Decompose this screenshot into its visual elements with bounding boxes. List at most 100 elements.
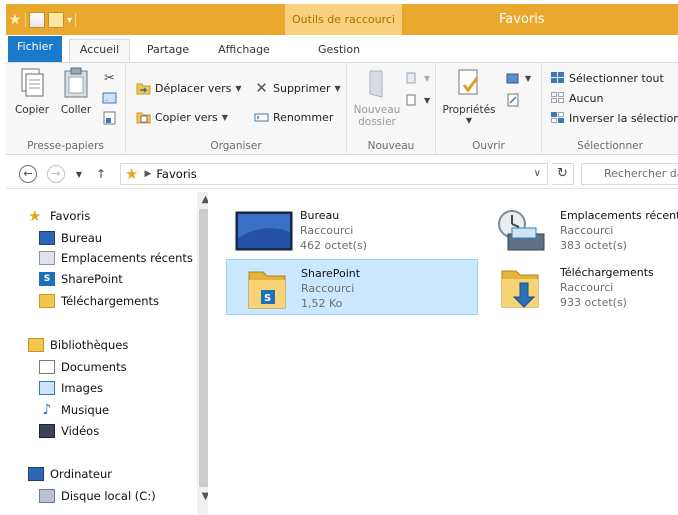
nav-item-videos[interactable]: Vidéos: [39, 421, 99, 441]
quick-access-toolbar: ★ ▾: [8, 10, 77, 30]
window-title: Favoris: [499, 12, 545, 27]
nav-music-label: Musique: [61, 403, 110, 417]
computer-icon: [28, 467, 44, 481]
select-group: Sélectionner tout Aucun Inverser la séle…: [542, 63, 678, 155]
nav-item-desktop[interactable]: Bureau: [39, 228, 102, 248]
properties-button[interactable]: Propriétés ▼: [440, 67, 498, 125]
move-to-icon: [136, 83, 151, 95]
nav-item-music[interactable]: ♪ Musique: [39, 400, 110, 420]
copy-to-dropdown-icon: ▼: [221, 112, 228, 122]
select-all-icon: [551, 72, 564, 83]
cut-button[interactable]: ✂: [102, 69, 117, 87]
breadcrumb-favorites[interactable]: Favoris: [156, 167, 196, 181]
copy-to-button[interactable]: Copier vers ▼: [136, 108, 228, 126]
rename-button[interactable]: Renommer: [254, 108, 333, 126]
music-icon: ♪: [42, 402, 52, 418]
delete-dropdown-icon: ▼: [334, 83, 341, 93]
file-list: Bureau Raccourci 462 octet(s) Emplacemen…: [212, 192, 678, 515]
scroll-down-icon[interactable]: ▼: [197, 489, 208, 505]
address-box[interactable]: ★ ▶ Favoris ∨: [120, 163, 548, 185]
file-name: SharePoint: [301, 267, 361, 280]
up-button[interactable]: ↑: [94, 165, 108, 183]
file-tile-recent-places[interactable]: Emplacements récents Raccourci 383 octet…: [486, 202, 678, 258]
recent-places-icon: [39, 251, 55, 265]
move-to-button[interactable]: Déplacer vers ▼: [136, 79, 242, 97]
new-folder-button[interactable]: Nouveau dossier: [352, 67, 402, 128]
edit-button[interactable]: [506, 91, 521, 109]
customize-qat-dropdown-icon[interactable]: ▾: [67, 15, 72, 26]
invert-selection-button[interactable]: Inverser la sélection: [550, 109, 678, 127]
new-item-icon: [406, 72, 416, 84]
move-to-dropdown-icon: ▼: [235, 83, 242, 93]
new-item-button[interactable]: ▼: [405, 69, 430, 87]
easy-access-dropdown-icon: ▼: [424, 95, 431, 105]
title-bar: ★ ▾ Outils de raccourci Favoris: [6, 4, 678, 35]
paste-shortcut-button[interactable]: [102, 109, 117, 127]
nav-sharepoint-label: SharePoint: [61, 272, 123, 286]
easy-access-button[interactable]: ▼: [405, 91, 430, 109]
delete-icon: ✕: [255, 79, 268, 97]
nav-item-sharepoint[interactable]: S SharePoint: [39, 269, 123, 289]
new-folder-qat-icon[interactable]: [48, 12, 64, 28]
refresh-icon: ↻: [557, 166, 568, 181]
file-size: 1,52 Ko: [301, 297, 343, 310]
nav-item-computer[interactable]: Ordinateur: [28, 464, 112, 484]
open-dropdown-icon: ▼: [525, 73, 532, 83]
nav-scrollbar[interactable]: ▲ ▼: [197, 192, 208, 515]
properties-icon: [458, 69, 479, 95]
file-type: Raccourci: [560, 281, 614, 294]
file-size: 383 octet(s): [560, 239, 627, 252]
videos-icon: [39, 424, 55, 438]
tab-share[interactable]: Partage: [140, 40, 196, 62]
tab-home[interactable]: Accueil: [69, 39, 130, 62]
tab-file[interactable]: Fichier: [8, 36, 62, 62]
new-group-label: Nouveau: [367, 140, 415, 152]
copy-path-icon: ..: [102, 92, 117, 104]
nav-item-documents[interactable]: Documents: [39, 357, 127, 377]
copy-path-button[interactable]: ..: [102, 89, 117, 107]
file-tile-downloads[interactable]: Téléchargements Raccourci 933 octet(s): [486, 259, 678, 315]
svg-text:S: S: [264, 293, 271, 304]
delete-button[interactable]: ✕ Supprimer ▼: [254, 79, 341, 97]
tab-view[interactable]: Affichage: [209, 40, 279, 62]
libraries-icon: [28, 338, 44, 352]
clipboard-group-label: Presse-papiers: [27, 140, 104, 152]
select-all-button[interactable]: Sélectionner tout: [550, 69, 664, 87]
downloads-folder-icon: [39, 294, 55, 308]
file-tile-sharepoint[interactable]: S SharePoint Raccourci 1,52 Ko: [226, 259, 478, 315]
edit-icon: [507, 93, 519, 107]
nav-favorites-label: Favoris: [50, 209, 91, 223]
nav-item-libraries[interactable]: Bibliothèques: [28, 335, 128, 355]
file-tile-desktop[interactable]: Bureau Raccourci 462 octet(s): [226, 202, 478, 258]
scroll-thumb[interactable]: [199, 209, 208, 487]
nav-item-favorites[interactable]: ★ Favoris: [28, 206, 90, 226]
address-history-dropdown-icon[interactable]: ∨: [534, 168, 541, 179]
desktop-icon: [39, 231, 55, 245]
search-input[interactable]: Rechercher dans : Favoris: [581, 163, 678, 185]
copy-button[interactable]: Copier: [10, 67, 54, 116]
forward-button[interactable]: →: [47, 165, 65, 183]
scroll-up-icon[interactable]: ▲: [197, 192, 208, 208]
paste-icon: [64, 67, 88, 98]
nav-downloads-label: Téléchargements: [61, 294, 160, 308]
nav-recent-label: Emplacements récents: [61, 251, 193, 265]
move-to-label: Déplacer vers: [155, 81, 232, 95]
context-tab-shortcut-tools: Outils de raccourci: [285, 4, 402, 35]
open-button[interactable]: ▼: [506, 69, 531, 87]
nav-item-downloads[interactable]: Téléchargements: [39, 291, 159, 311]
invert-selection-icon: [551, 112, 564, 123]
breadcrumb-separator-icon: ▶: [144, 169, 152, 179]
open-group-label: Ouvrir: [472, 140, 505, 152]
invert-selection-label: Inverser la sélection: [569, 111, 678, 125]
paste-button[interactable]: Coller: [54, 67, 98, 116]
recent-locations-dropdown[interactable]: ▼: [74, 165, 84, 183]
tab-manage[interactable]: Gestion: [316, 40, 362, 62]
properties-qat-icon[interactable]: [29, 12, 45, 28]
nav-item-recent-places[interactable]: Emplacements récents: [39, 248, 193, 268]
organize-group-label: Organiser: [210, 140, 262, 152]
back-button[interactable]: ←: [19, 165, 37, 183]
refresh-button[interactable]: ↻: [552, 163, 574, 185]
select-none-button[interactable]: Aucun: [550, 89, 604, 107]
nav-item-pictures[interactable]: Images: [39, 378, 103, 398]
nav-item-local-disk[interactable]: Disque local (C:): [39, 486, 156, 506]
